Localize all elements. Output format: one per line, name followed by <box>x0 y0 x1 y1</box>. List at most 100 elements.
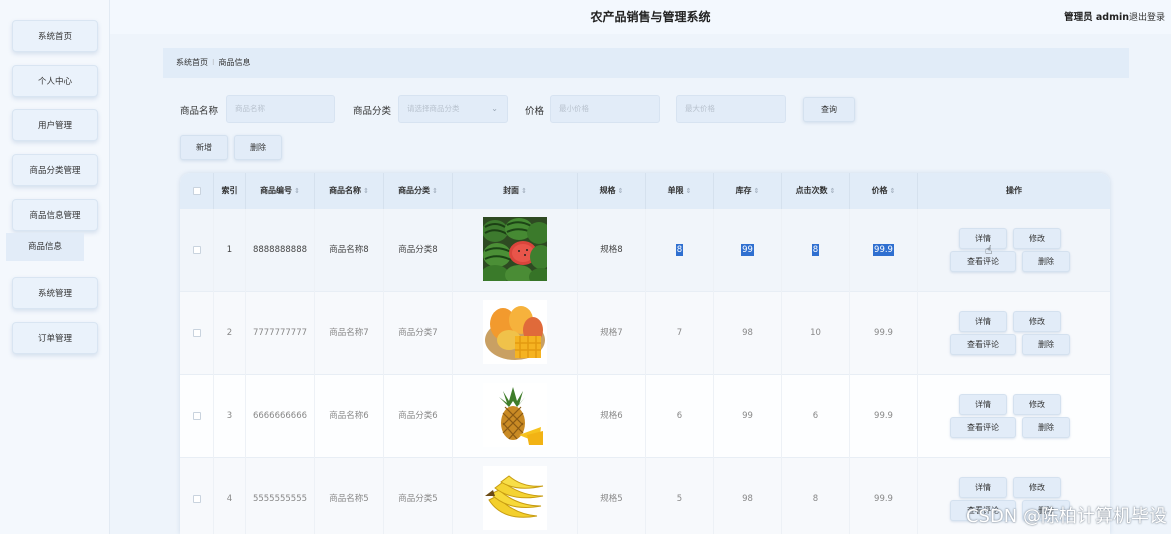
cell-spec: 规格5 <box>578 458 646 534</box>
sort-icon[interactable]: ⇕ <box>890 187 896 195</box>
cell-stock-value: 99 <box>741 244 754 256</box>
cell-price: 99.9 <box>850 375 918 458</box>
max-price-input[interactable]: 最大价格 <box>676 95 786 123</box>
delete-button[interactable]: 删除 <box>234 135 282 160</box>
column-header-category-label: 商品分类 <box>398 186 431 195</box>
category-select[interactable]: 请选择商品分类 ⌄ <box>398 95 508 123</box>
sort-icon[interactable]: ⇕ <box>618 187 624 195</box>
mango-icon <box>483 300 547 364</box>
view-comments-button[interactable]: 查看评论 <box>950 417 1016 438</box>
sort-icon[interactable]: ⇕ <box>294 187 300 195</box>
cell-index: 2 <box>214 292 246 375</box>
cell-code: 8888888888 <box>246 209 315 292</box>
sidebar-item-order-management[interactable]: 订单管理 <box>12 322 98 354</box>
row-checkbox[interactable] <box>193 246 201 254</box>
cell-spec: 规格7 <box>578 292 646 375</box>
column-header-name[interactable]: 商品名称 ⇕ <box>315 173 384 209</box>
row-select-cell <box>180 458 214 534</box>
select-all-checkbox[interactable] <box>193 187 201 195</box>
cell-name: 商品名称7 <box>315 292 384 375</box>
edit-button[interactable]: 修改 <box>1013 311 1061 332</box>
column-header-price-label: 价格 <box>871 186 888 195</box>
sidebar-item-product-management[interactable]: 商品信息管理 <box>12 199 98 231</box>
column-header-stock[interactable]: 库存 ⇕ <box>714 173 782 209</box>
detail-button[interactable]: 详情 <box>959 228 1007 249</box>
cell-price: 99.9 <box>850 209 918 292</box>
table-header: 索引 商品编号 ⇕ 商品名称 ⇕ 商品分类 ⇕ 封面 ⇕ 规格 ⇕ 单限 ⇕ 库存 ⇕ 点击次… <box>180 173 1110 209</box>
sort-icon[interactable]: ⇕ <box>686 187 692 195</box>
sort-icon[interactable]: ⇕ <box>363 187 369 195</box>
logout-link[interactable]: 退出登录 <box>1129 10 1165 23</box>
column-header-limit[interactable]: 单限 ⇕ <box>646 173 714 209</box>
sort-icon[interactable]: ⇕ <box>830 187 836 195</box>
cell-category: 商品分类5 <box>384 458 453 534</box>
product-name-label: 商品名称 <box>180 106 219 117</box>
cell-code: 7777777777 <box>246 292 315 375</box>
breadcrumb: 系统首页 ⁝ 商品信息 <box>163 48 1129 78</box>
banana-cover-image <box>483 466 547 530</box>
sort-icon[interactable]: ⇕ <box>432 187 438 195</box>
cell-stock: 99 <box>714 375 782 458</box>
column-header-limit-label: 单限 <box>667 186 684 195</box>
banana-icon <box>483 466 547 530</box>
cell-clicks: 8 <box>782 458 850 534</box>
detail-button[interactable]: 详情 <box>959 394 1007 415</box>
edit-button[interactable]: 修改 <box>1013 477 1061 498</box>
sidebar-subitem-product-info[interactable]: 商品信息 <box>6 233 84 261</box>
cell-name: 商品名称5 <box>315 458 384 534</box>
cell-price: 99.9 <box>850 458 918 534</box>
sort-icon[interactable]: ⇕ <box>521 187 527 195</box>
column-header-price[interactable]: 价格 ⇕ <box>850 173 918 209</box>
sort-icon[interactable]: ⇕ <box>754 187 760 195</box>
row-delete-button[interactable]: 删除 <box>1022 251 1070 272</box>
sidebar-item-user-management[interactable]: 用户管理 <box>12 109 98 141</box>
cell-category: 商品分类8 <box>384 209 453 292</box>
pineapple-cover-image <box>483 383 547 447</box>
column-header-category[interactable]: 商品分类 ⇕ <box>384 173 453 209</box>
row-delete-button[interactable]: 删除 <box>1022 417 1070 438</box>
chevron-down-icon: ⌄ <box>491 104 498 113</box>
column-header-code[interactable]: 商品编号 ⇕ <box>246 173 315 209</box>
cell-index: 4 <box>214 458 246 534</box>
cell-limit-value: 8 <box>675 244 684 256</box>
view-comments-button[interactable]: 查看评论 <box>950 334 1016 355</box>
cell-limit: 8 <box>646 209 714 292</box>
detail-button[interactable]: 详情 <box>959 477 1007 498</box>
min-price-input[interactable]: 最小价格 <box>550 95 660 123</box>
column-header-code-label: 商品编号 <box>260 186 293 195</box>
category-label: 商品分类 <box>353 106 392 117</box>
watermark: CSDN @陈柏计算机毕设 <box>965 506 1167 527</box>
sidebar-item-personal-center[interactable]: 个人中心 <box>12 65 98 97</box>
breadcrumb-home[interactable]: 系统首页 <box>176 58 208 67</box>
app-title: 农产品销售与管理系统 <box>590 10 711 24</box>
row-checkbox[interactable] <box>193 329 201 337</box>
column-header-clicks[interactable]: 点击次数 ⇕ <box>782 173 850 209</box>
top-bar: 农产品销售与管理系统 管理员 admin 退出登录 <box>110 0 1171 34</box>
price-label: 价格 <box>525 106 545 117</box>
cell-clicks: 8 <box>782 209 850 292</box>
row-delete-button[interactable]: 删除 <box>1022 334 1070 355</box>
column-header-cover-label: 封面 <box>503 186 520 195</box>
column-header-actions: 操作 <box>918 173 1110 209</box>
row-checkbox[interactable] <box>193 495 201 503</box>
query-button[interactable]: 查询 <box>803 97 855 122</box>
sidebar-item-home[interactable]: 系统首页 <box>12 20 98 52</box>
edit-button[interactable]: 修改 <box>1013 394 1061 415</box>
column-header-cover[interactable]: 封面 ⇕ <box>453 173 578 209</box>
breadcrumb-current: 商品信息 <box>218 58 251 67</box>
sidebar-item-system-management[interactable]: 系统管理 <box>12 277 98 309</box>
table-row: 3 6666666666 商品名称6 商品分类6 规格6 6 99 6 99.9… <box>180 375 1110 458</box>
product-table: 索引 商品编号 ⇕ 商品名称 ⇕ 商品分类 ⇕ 封面 ⇕ 规格 ⇕ 单限 ⇕ 库存 ⇕ 点击次… <box>180 173 1110 534</box>
cell-code: 5555555555 <box>246 458 315 534</box>
add-button[interactable]: 新增 <box>180 135 228 160</box>
row-checkbox[interactable] <box>193 412 201 420</box>
detail-button[interactable]: 详情 <box>959 311 1007 332</box>
view-comments-button[interactable]: 查看评论 <box>950 251 1016 272</box>
column-header-spec[interactable]: 规格 ⇕ <box>578 173 646 209</box>
product-name-input[interactable]: 商品名称 <box>226 95 335 123</box>
sidebar-item-category-management[interactable]: 商品分类管理 <box>12 154 98 186</box>
column-header-clicks-label: 点击次数 <box>795 186 828 195</box>
column-header-index: 索引 <box>214 173 246 209</box>
cell-name: 商品名称8 <box>315 209 384 292</box>
edit-button[interactable]: 修改 <box>1013 228 1061 249</box>
